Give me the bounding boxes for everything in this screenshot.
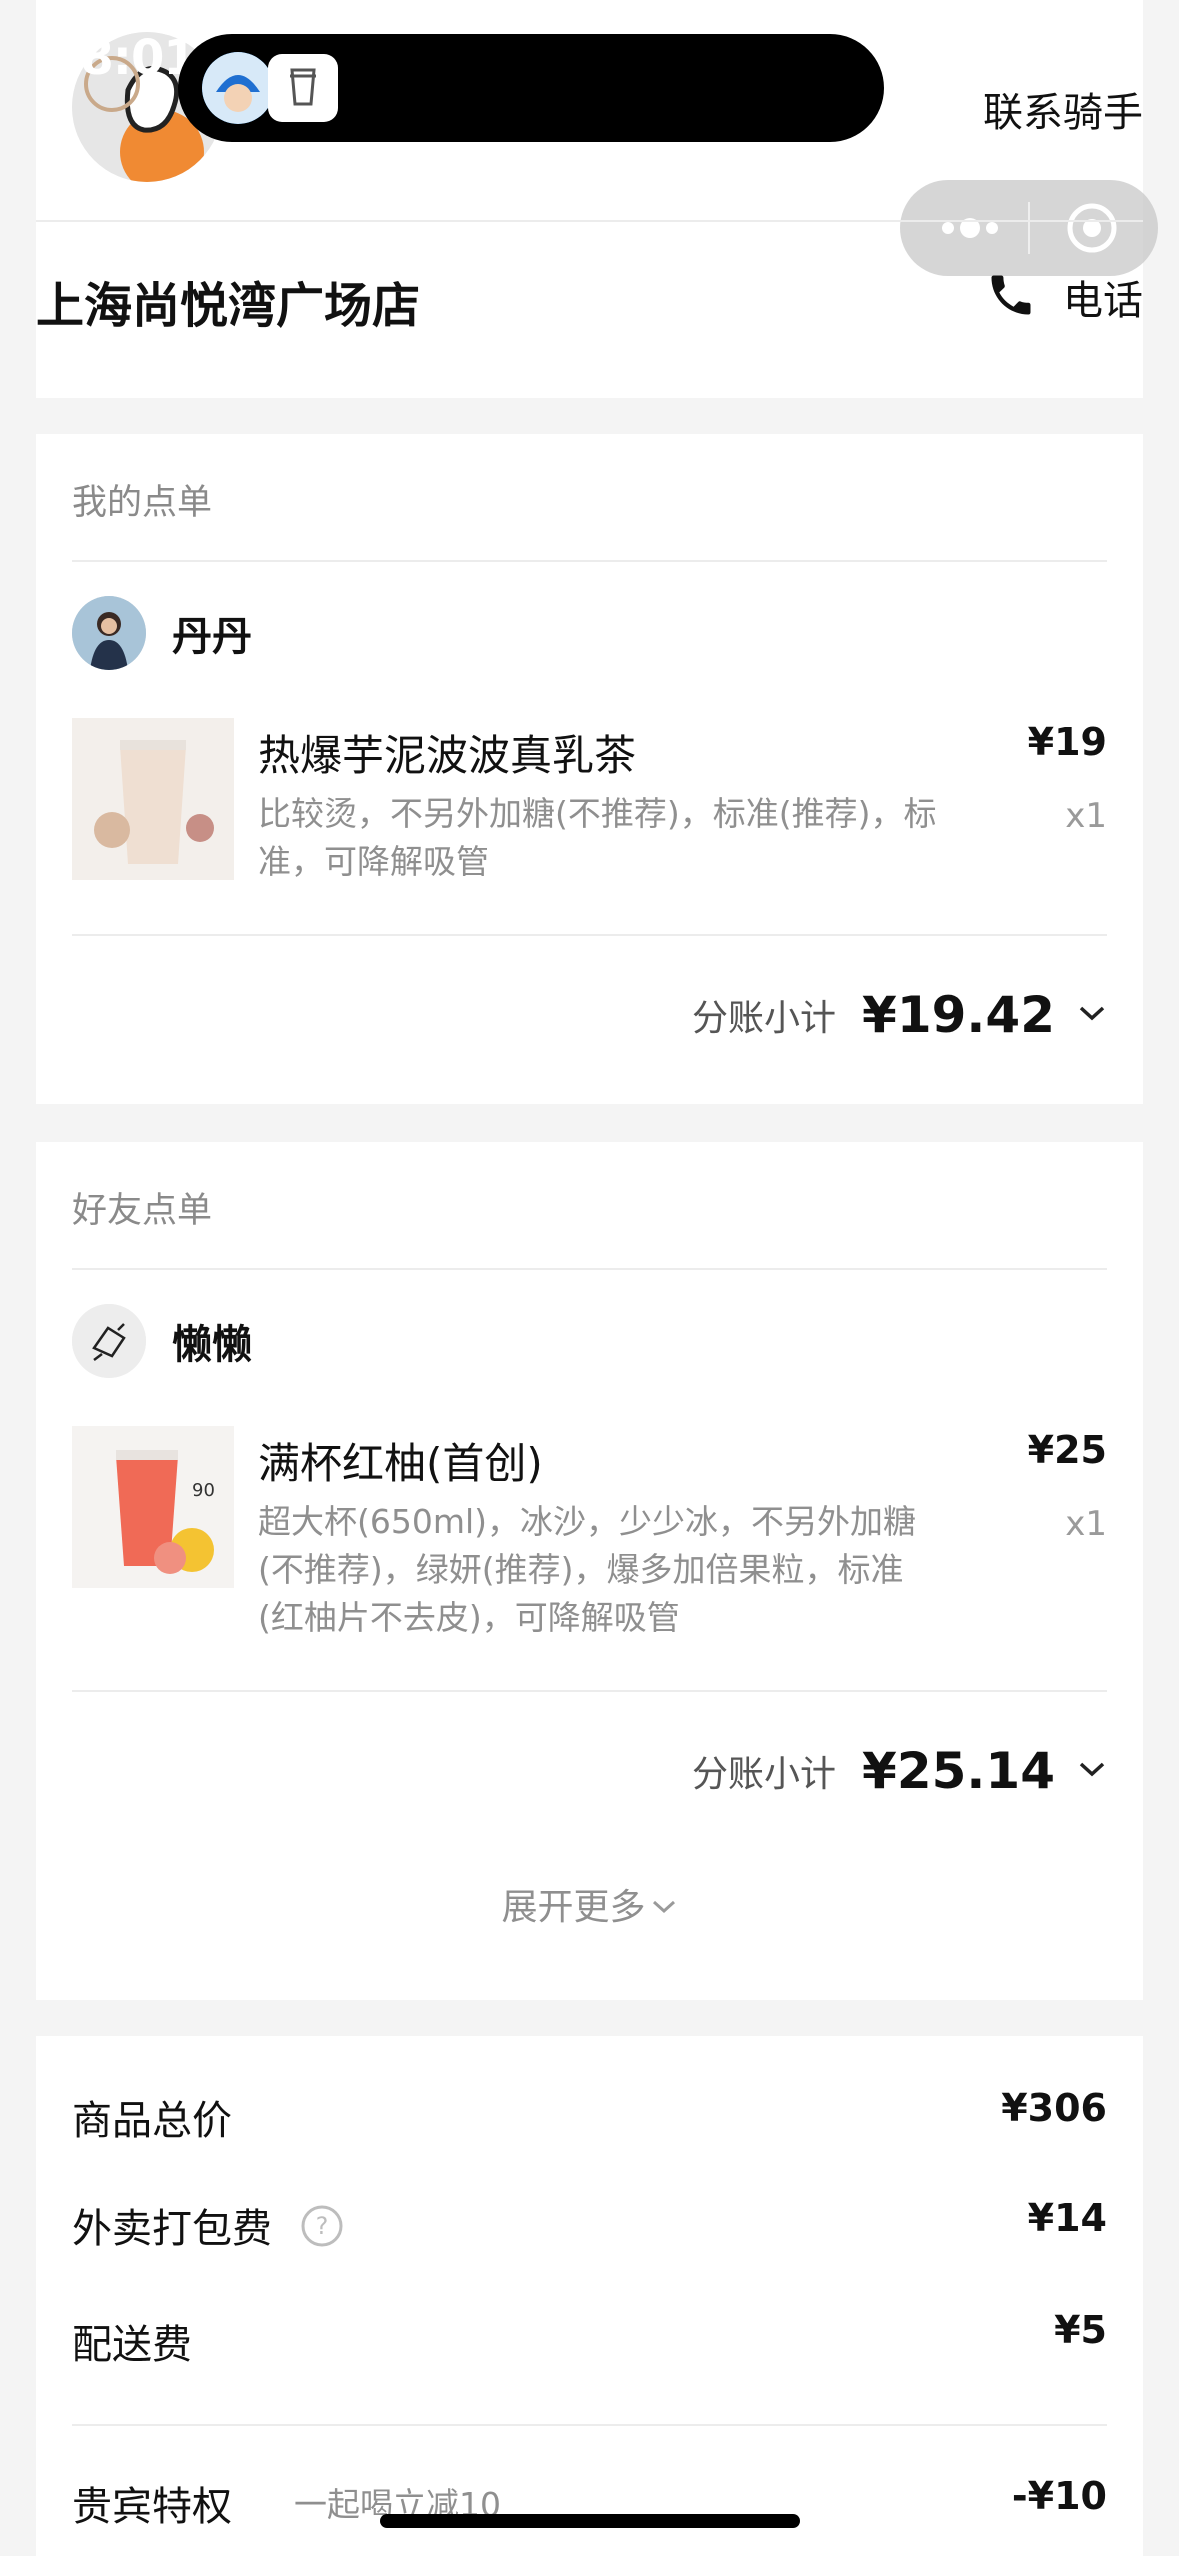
product-qty: x1	[1065, 1504, 1107, 1544]
subtotal-label: 分账小计	[692, 998, 837, 1039]
user-name: 懒懒	[172, 1322, 252, 1368]
product-options: 超大杯(650ml)，冰沙，少少冰，不另外加糖(不推荐)，绿妍(推荐)，爆多加倍…	[258, 1502, 917, 1637]
phone-button[interactable]: 电话	[985, 268, 1143, 326]
divider	[72, 1268, 1107, 1270]
rider-mini-avatar	[202, 52, 274, 124]
packing-fee-label: 外卖打包费	[72, 2206, 272, 2252]
subtotal-label: 分账小计	[692, 1754, 837, 1795]
divider	[36, 220, 1143, 222]
user-name: 丹丹	[172, 614, 252, 660]
goods-total-label: 商品总价	[72, 2098, 232, 2144]
product-name: 满杯红柚(首创)	[258, 1439, 543, 1488]
status-time: 18:01	[48, 30, 197, 86]
friend-user-row: 懒懒	[72, 1304, 252, 1378]
store-name: 上海尚悦湾广场店	[36, 278, 421, 334]
vip-discount-value: -¥10	[1011, 2474, 1107, 2518]
capsule-menu-icon[interactable]	[900, 180, 1158, 276]
svg-text:90: 90	[192, 1480, 215, 1501]
my-order-title: 我的点单	[72, 483, 213, 523]
friend-subtotal-row[interactable]: 分账小计 ¥25.14	[692, 1742, 1107, 1800]
product-qty: x1	[1065, 796, 1107, 836]
expand-more-label: 展开更多	[501, 1887, 646, 1928]
contact-rider-button[interactable]: 联系骑手	[983, 80, 1143, 138]
subtotal-value: ¥19.42	[862, 986, 1055, 1044]
delivery-fee-label: 配送费	[72, 2322, 192, 2368]
subtotal-value: ¥25.14	[862, 1742, 1055, 1800]
expand-more-button[interactable]: 展开更多	[0, 1878, 1179, 1930]
chevron-down-icon	[650, 1884, 678, 1925]
product-price: ¥19	[1027, 720, 1107, 764]
dynamic-island	[178, 34, 884, 142]
my-user-row: 丹丹	[72, 596, 252, 670]
divider	[72, 1690, 1107, 1692]
product-image[interactable]	[72, 718, 234, 880]
home-indicator[interactable]	[380, 2514, 800, 2528]
product-name: 热爆芋泥波波真乳茶	[258, 731, 637, 780]
product-image[interactable]: 90	[72, 1426, 234, 1588]
divider	[72, 934, 1107, 936]
delivery-fee-value: ¥5	[1054, 2308, 1107, 2352]
chevron-down-icon[interactable]	[1077, 1759, 1107, 1783]
user-avatar	[72, 1304, 146, 1378]
goods-total-value: ¥306	[1001, 2086, 1107, 2130]
packing-fee-value: ¥14	[1027, 2196, 1107, 2240]
user-avatar	[72, 596, 146, 670]
vip-label: 贵宾特权	[72, 2484, 232, 2530]
help-icon[interactable]: ?	[300, 2204, 344, 2252]
phone-label: 电话	[1063, 278, 1143, 324]
divider	[72, 2424, 1107, 2426]
product-options: 比较烫，不另外加糖(不推荐)，标准(推荐)，标准，可降解吸管	[258, 794, 937, 881]
cup-icon	[268, 54, 338, 122]
my-subtotal-row[interactable]: 分账小计 ¥19.42	[692, 986, 1107, 1044]
chevron-down-icon[interactable]	[1077, 1003, 1107, 1027]
phone-icon	[985, 269, 1037, 325]
product-price: ¥25	[1027, 1428, 1107, 1472]
svg-text:?: ?	[316, 2212, 329, 2240]
friend-order-title: 好友点单	[72, 1191, 213, 1231]
divider	[72, 560, 1107, 562]
